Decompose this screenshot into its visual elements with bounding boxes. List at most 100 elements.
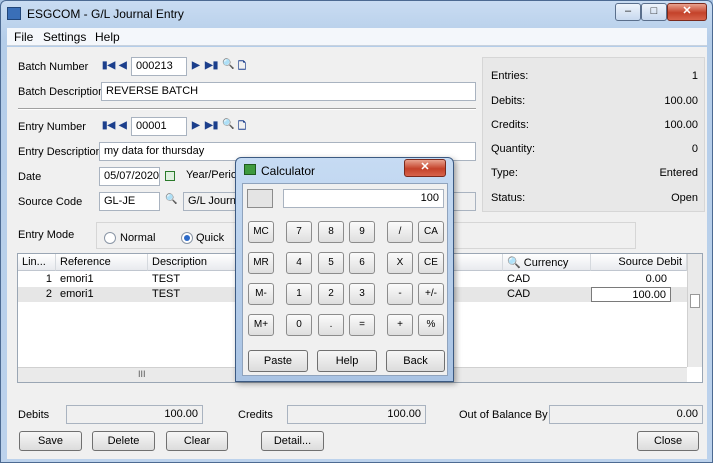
clear-button[interactable]: Clear	[166, 431, 228, 451]
calc-key-2-2[interactable]: 2	[318, 283, 344, 305]
entry-search-icon[interactable]: 🔍	[222, 119, 234, 130]
summary-quantity: Quantity: 0	[491, 143, 698, 155]
calculator-close-button[interactable]: ✕	[404, 159, 446, 177]
batch-number-input[interactable]: 000213	[131, 57, 187, 76]
batch-next-icon[interactable]: ▶	[192, 60, 200, 71]
calc-help-button[interactable]: Help	[317, 350, 377, 372]
calc-key-2-4[interactable]: -	[387, 283, 413, 305]
calc-key-3-5[interactable]: %	[418, 314, 444, 336]
entry-number-input[interactable]: 00001	[131, 117, 187, 136]
cell-reference: emori1	[60, 288, 94, 300]
calc-key-0-5[interactable]: CA	[418, 221, 444, 243]
summary-status: Status: Open	[491, 192, 698, 204]
separator	[18, 108, 476, 110]
entry-prev-icon[interactable]: ◀	[119, 120, 127, 131]
title-bar: ESGCOM - G/L Journal Entry – □ ✕	[1, 1, 712, 27]
date-input[interactable]: 05/07/2020	[99, 167, 160, 186]
entry-first-icon[interactable]: ▮◀	[102, 120, 115, 131]
calendar-icon[interactable]	[165, 171, 175, 181]
close-window-button[interactable]: ✕	[667, 3, 707, 21]
window-title: ESGCOM - G/L Journal Entry	[27, 7, 184, 21]
col-header-line[interactable]: Lin...	[18, 254, 56, 271]
close-button[interactable]: Close	[637, 431, 699, 451]
col-header-source-debit[interactable]: Source Debit	[591, 254, 687, 271]
batch-description-input[interactable]: REVERSE BATCH	[101, 82, 476, 101]
calculator-dialog: Calculator ✕ 100 Paste Help Back MC 7 8 9 /C…	[235, 157, 454, 382]
calc-key-0-4[interactable]: /	[387, 221, 413, 243]
calc-key-3-3[interactable]: =	[349, 314, 375, 336]
entry-mode-label: Entry Mode	[18, 229, 75, 241]
scroll-thumb[interactable]	[690, 294, 700, 308]
calc-key-1-3[interactable]: 6	[349, 252, 375, 274]
mode-quick-radio[interactable]	[181, 232, 193, 244]
col-header-reference[interactable]: Reference	[56, 254, 148, 271]
calc-key-1-2[interactable]: 5	[318, 252, 344, 274]
cell-line: 2	[45, 288, 52, 300]
entry-last-icon[interactable]: ▶▮	[205, 120, 218, 131]
calc-key-3-4[interactable]: +	[387, 314, 413, 336]
app-icon	[7, 7, 21, 20]
out-of-balance-value: 0.00	[549, 405, 703, 424]
source-code-label: Source Code	[18, 196, 83, 208]
calc-key-3-1[interactable]: 0	[286, 314, 312, 336]
save-button[interactable]: Save	[19, 431, 82, 451]
calc-key-1-0[interactable]: MR	[248, 252, 274, 274]
mode-normal-label: Normal	[120, 232, 156, 244]
entry-number-label: Entry Number	[18, 121, 86, 133]
totals-credits-value: 100.00	[287, 405, 426, 424]
summary-debits: Debits: 100.00	[491, 95, 698, 107]
menu-bar: File Settings Help	[7, 28, 707, 46]
calc-key-0-1[interactable]: 7	[286, 221, 312, 243]
menu-help[interactable]: Help	[95, 30, 120, 44]
hscroll-thumb[interactable]: III	[138, 369, 146, 379]
calculator-icon	[244, 164, 256, 175]
minimize-button[interactable]: –	[615, 3, 641, 21]
calc-key-0-0[interactable]: MC	[248, 221, 274, 243]
entry-next-icon[interactable]: ▶	[192, 120, 200, 131]
cell-line: 1	[45, 273, 52, 285]
menu-settings[interactable]: Settings	[43, 30, 86, 44]
calc-paste-button[interactable]: Paste	[248, 350, 308, 372]
source-code-search-icon[interactable]: 🔍	[165, 194, 177, 205]
vertical-scrollbar[interactable]	[687, 254, 702, 367]
calculator-display[interactable]: 100	[283, 189, 444, 208]
batch-search-icon[interactable]: 🔍	[222, 59, 234, 70]
calc-key-1-1[interactable]: 4	[286, 252, 312, 274]
memory-indicator	[247, 189, 273, 208]
col-header-currency[interactable]: 🔍 Currency	[503, 254, 591, 271]
summary-entries: Entries: 1	[491, 70, 698, 82]
maximize-button[interactable]: □	[641, 3, 667, 21]
calc-back-button[interactable]: Back	[386, 350, 445, 372]
entry-description-label: Entry Description	[18, 146, 102, 158]
batch-first-icon[interactable]: ▮◀	[102, 60, 115, 71]
menu-file[interactable]: File	[14, 30, 33, 44]
calc-key-1-4[interactable]: X	[387, 252, 413, 274]
cell-currency: CAD	[507, 288, 531, 300]
calculator-title: Calculator	[261, 164, 316, 178]
calc-key-2-3[interactable]: 3	[349, 283, 375, 305]
batch-last-icon[interactable]: ▶▮	[205, 60, 218, 71]
calc-key-3-0[interactable]: M+	[248, 314, 274, 336]
calc-key-2-1[interactable]: 1	[286, 283, 312, 305]
totals-credits-label: Credits	[238, 409, 273, 421]
summary-panel: Entries: 1 Debits: 100.00 Credits: 100.00 Q…	[482, 57, 705, 212]
cell-reference: emori1	[60, 273, 94, 285]
batch-prev-icon[interactable]: ◀	[119, 60, 127, 71]
calc-key-1-5[interactable]: CE	[418, 252, 444, 274]
cell-source-debit: 0.00	[645, 273, 667, 285]
calc-key-0-2[interactable]: 8	[318, 221, 344, 243]
detail-button[interactable]: Detail...	[261, 431, 324, 451]
calc-key-3-2[interactable]: .	[318, 314, 344, 336]
calc-key-2-0[interactable]: M-	[248, 283, 274, 305]
totals-debits-label: Debits	[18, 409, 50, 421]
source-code-input[interactable]: GL-JE	[99, 192, 160, 211]
calc-key-2-5[interactable]: +/-	[418, 283, 444, 305]
batch-new-icon[interactable]: 🗋	[238, 59, 246, 76]
calc-key-0-3[interactable]: 9	[349, 221, 375, 243]
entry-new-icon[interactable]: 🗋	[238, 119, 246, 136]
delete-button[interactable]: Delete	[92, 431, 155, 451]
cell-currency: CAD	[507, 273, 531, 285]
source-debit-edit-input[interactable]: 100.00	[591, 287, 671, 302]
mode-normal-radio[interactable]	[104, 232, 116, 244]
currency-search-icon[interactable]: 🔍	[507, 257, 524, 269]
